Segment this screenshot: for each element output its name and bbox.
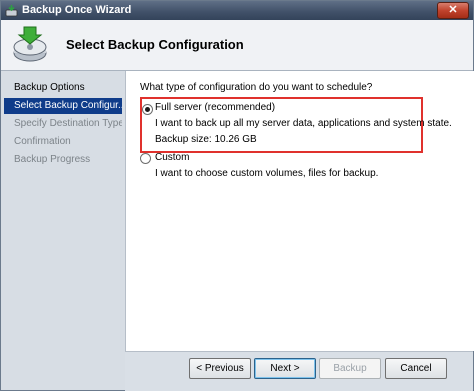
wizard-steps-sidebar: Backup Options Select Backup Configur...… bbox=[1, 71, 125, 390]
window-title: Backup Once Wizard bbox=[22, 4, 132, 16]
next-button[interactable]: Next > bbox=[254, 358, 316, 379]
full-server-label[interactable]: Full server (recommended) bbox=[155, 102, 275, 113]
custom-radio[interactable] bbox=[140, 153, 151, 164]
full-server-description: I want to back up all my server data, ap… bbox=[155, 118, 452, 129]
wizard-footer: < Previous Next > Backup Cancel bbox=[125, 351, 473, 391]
sidebar-item-specify-destination-type: Specify Destination Type bbox=[14, 118, 122, 129]
previous-button[interactable]: < Previous bbox=[189, 358, 251, 379]
backup-button: Backup bbox=[319, 358, 381, 379]
sidebar-item-select-backup-configuration[interactable]: Select Backup Configur... bbox=[4, 98, 122, 114]
wizard-window: Backup Once Wizard ✕ Select Backup Confi… bbox=[0, 0, 474, 391]
title-bar[interactable]: Backup Once Wizard ✕ bbox=[1, 1, 473, 20]
backup-size: Backup size: 10.26 GB bbox=[155, 134, 257, 145]
configuration-question: What type of configuration do you want t… bbox=[140, 82, 373, 93]
sidebar-item-backup-progress: Backup Progress bbox=[14, 154, 91, 165]
sidebar-item-confirmation: Confirmation bbox=[14, 136, 71, 147]
wizard-header: Select Backup Configuration bbox=[1, 20, 473, 71]
cancel-button[interactable]: Cancel bbox=[385, 358, 447, 379]
close-icon: ✕ bbox=[448, 4, 458, 16]
main-content: What type of configuration do you want t… bbox=[125, 71, 474, 351]
radio-selected-dot bbox=[145, 107, 150, 112]
full-server-radio[interactable] bbox=[142, 104, 153, 115]
page-title: Select Backup Configuration bbox=[66, 37, 244, 52]
backup-drive-icon bbox=[13, 26, 47, 62]
custom-description: I want to choose custom volumes, files f… bbox=[155, 168, 379, 179]
sidebar-item-backup-options[interactable]: Backup Options bbox=[4, 80, 122, 96]
app-icon bbox=[5, 5, 18, 17]
close-button[interactable]: ✕ bbox=[437, 2, 469, 19]
custom-label[interactable]: Custom bbox=[155, 152, 189, 163]
